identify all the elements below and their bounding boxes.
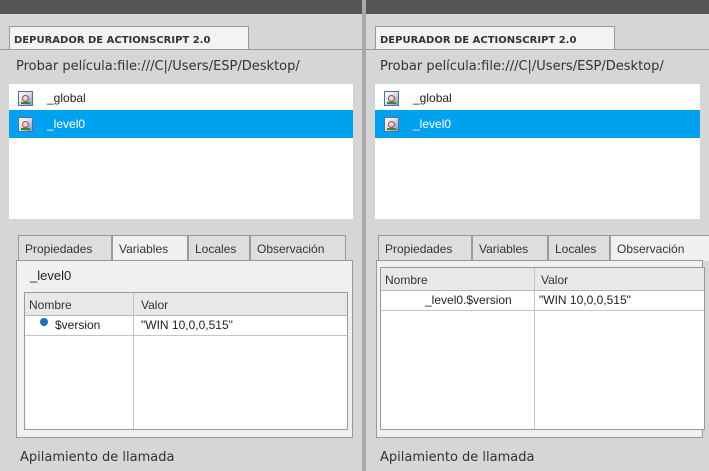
table-row[interactable]: _level0.$version "WIN 10,0,0,515" [381,290,704,311]
panel-tab-title[interactable]: DEPURADOR DE ACTIONSCRIPT 2.0 [375,26,615,50]
variable-name: _level0.$version [425,293,512,307]
movie-item-global[interactable]: _global [375,84,700,112]
movie-path-label: Probar película:file:///C|/Users/ESP/Des… [380,59,664,74]
tabstrip-divider [0,49,362,50]
tab-propiedades[interactable]: Propiedades [378,235,472,260]
column-header-valor[interactable]: Valor [141,298,168,312]
debugger-panel-left: DEPURADOR DE ACTIONSCRIPT 2.0 Probar pel… [0,0,362,471]
column-header-nombre[interactable]: Nombre [385,273,428,287]
movie-clip-icon [384,116,399,132]
variable-name: $version [55,318,101,332]
tab-observacion[interactable]: Observación [610,235,709,261]
movie-clip-icon [18,116,33,132]
tab-observacion[interactable]: Observación [250,235,346,260]
grid-header: Nombre Valor [25,293,347,316]
tab-variables[interactable]: Variables [472,235,548,260]
movie-clip-icon [384,90,399,106]
panel-title-bar[interactable] [0,0,362,14]
variable-value[interactable]: "WIN 10,0,0,515" [141,318,233,332]
variables-grid: Nombre Valor $version "WIN 10,0,0,515" [24,292,348,430]
movie-item-global[interactable]: _global [9,84,353,112]
movie-list: _global _level0 [9,84,353,219]
column-header-nombre[interactable]: Nombre [29,298,72,312]
call-stack-label: Apilamiento de llamada [20,450,175,465]
tabstrip-divider [366,49,709,50]
column-separator[interactable] [133,293,134,429]
movie-path-label: Probar película:file:///C|/Users/ESP/Des… [16,59,300,74]
panel-title-bar[interactable] [366,0,709,14]
movie-item-label: _global [413,91,452,105]
debugger-panel-right: DEPURADOR DE ACTIONSCRIPT 2.0 Probar pel… [366,0,709,471]
variable-value[interactable]: "WIN 10,0,0,515" [539,293,631,307]
movie-list: _global _level0 [375,84,700,219]
tab-propiedades[interactable]: Propiedades [18,235,112,260]
movie-clip-icon [18,90,33,106]
tab-locales[interactable]: Locales [548,235,610,260]
movie-item-label: _global [47,91,86,105]
grid-header: Nombre Valor [381,268,704,291]
movie-item-label: _level0 [47,117,86,131]
movie-item-level0[interactable]: _level0 [9,110,353,138]
panel-tab-title[interactable]: DEPURADOR DE ACTIONSCRIPT 2.0 [9,26,249,50]
column-header-valor[interactable]: Valor [541,273,568,287]
movie-item-level0[interactable]: _level0 [375,110,700,138]
variable-dot-icon [40,318,48,326]
call-stack-label: Apilamiento de llamada [380,450,535,465]
movie-item-label: _level0 [413,117,452,131]
scope-label: _level0 [30,268,72,283]
table-row[interactable]: $version "WIN 10,0,0,515" [25,315,347,336]
tab-locales[interactable]: Locales [188,235,250,260]
watch-grid: Nombre Valor _level0.$version "WIN 10,0,… [380,267,705,430]
tab-variables[interactable]: Variables [112,235,188,261]
